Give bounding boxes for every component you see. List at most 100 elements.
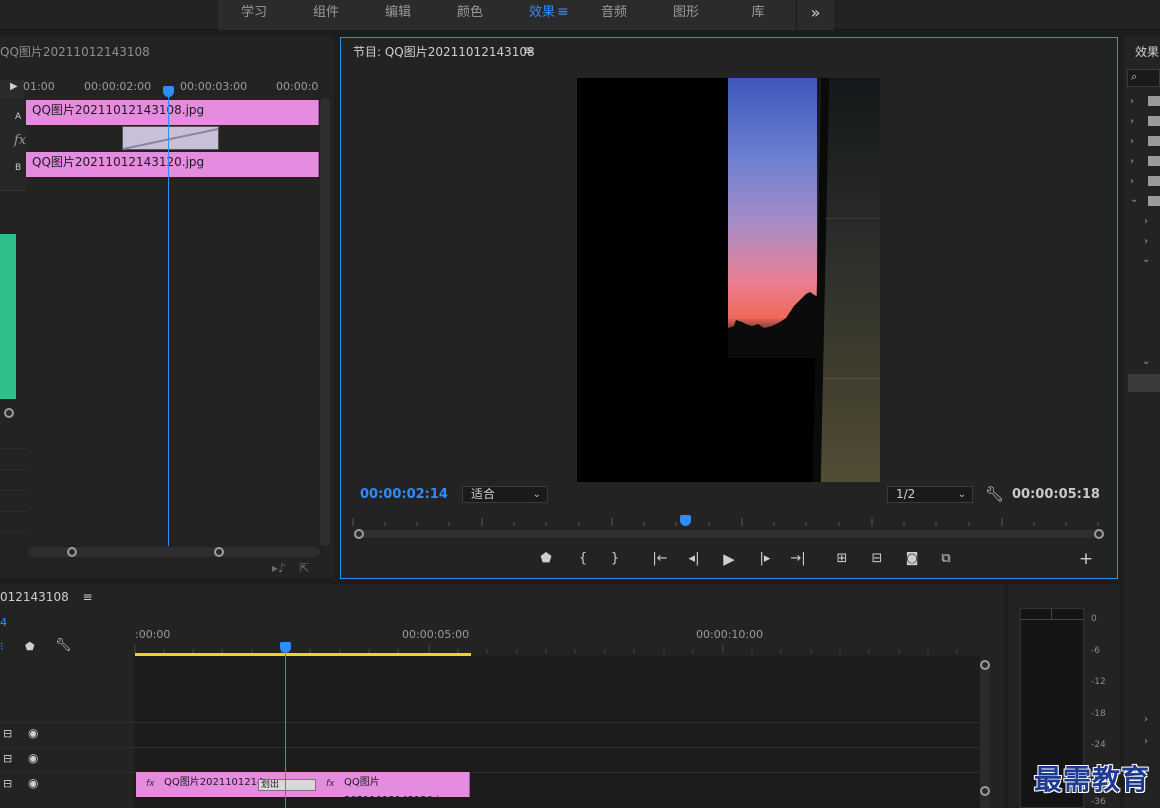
chevron-right-icon[interactable]: › [1130,156,1134,167]
workspace-menu-icon[interactable]: ≡ [557,4,569,20]
duration-timecode: 00:00:05:18 [1012,487,1100,502]
playhead-timecode[interactable]: 00:00:02:14 [360,487,448,502]
ruler-label: 00:00:10:00 [696,628,764,641]
tab-libraries[interactable]: 库 [722,0,794,30]
track-divider [0,722,980,723]
db-label: -24 [1091,740,1106,750]
folder-open-icon [1148,196,1160,206]
chevron-down-icon[interactable]: ⌄ [1130,194,1138,205]
vertical-scrollbar[interactable] [320,98,330,546]
play-audio-icon[interactable]: ▸♪ [272,561,286,575]
fit-dropdown-value: 适合 [471,487,496,501]
go-to-in-icon[interactable]: |← [649,549,671,569]
export-icon[interactable]: ⇱ [299,561,309,575]
export-frame-camera-icon[interactable]: ◙ [901,549,923,569]
timeline-ruler[interactable]: :00:00 00:00:05:00 00:00:10:00 [134,625,980,653]
chevron-right-icon[interactable]: › [1130,136,1134,147]
program-menu-icon[interactable]: ≡ [523,43,533,57]
mark-in-icon[interactable]: { [572,549,594,569]
horizontal-scrollbar[interactable] [28,547,320,557]
transition-diagonal [123,128,219,150]
chevron-right-icon[interactable]: › [1130,116,1134,127]
tab-editing[interactable]: 编辑 [362,0,434,30]
scroll-knob[interactable] [980,786,990,796]
chevron-right-icon[interactable]: › [1144,736,1148,747]
chevron-down-icon[interactable]: ⌄ [1142,254,1150,265]
compare-view-icon[interactable]: ⧉ [935,549,957,569]
go-to-out-icon[interactable]: →| [787,549,809,569]
fx-badge-icon: fx [146,779,155,789]
expand-toggle[interactable]: ▶ [0,80,24,98]
add-marker-icon[interactable]: ⬟ [535,549,557,569]
transition-wipe[interactable]: 划出 [258,779,316,791]
chevron-right-icon[interactable]: › [1130,96,1134,107]
scroll-start-knob[interactable] [67,547,77,557]
step-back-icon[interactable]: ◂| [683,549,705,569]
toggle-sync-lock-icon[interactable]: ⊟ [3,777,12,790]
clip-first-name: QQ图片2021101214 [164,777,264,788]
timecode-partial[interactable]: 4 [0,616,7,629]
folder-icon [1148,136,1160,146]
clip-b[interactable]: QQ图片20211012143120.jpg [26,152,319,177]
chevron-down-icon: ⌄ [532,489,541,500]
add-button-icon[interactable]: + [1075,549,1097,569]
step-forward-icon[interactable]: |▸ [754,549,776,569]
play-icon[interactable]: ▶ [718,549,740,569]
db-label: 0 [1091,614,1097,624]
watermark-logo: 最需教育 [1034,763,1151,796]
fit-dropdown[interactable]: 适合 ⌄ [462,486,548,503]
chevron-down-icon[interactable]: ⌄ [1142,356,1150,367]
chevron-right-icon[interactable]: › [1144,714,1148,725]
tab-assembly[interactable]: 组件 [290,0,362,30]
scroll-end-knob[interactable] [214,547,224,557]
track-b-label: B [15,163,22,173]
zoom-scroll-bar[interactable] [354,530,1102,538]
tree-silhouette [728,292,823,358]
workspace-tabs: 学习 组件 编辑 颜色 效果 音频 图形 库 ≡ [218,0,798,30]
chevron-right-icon[interactable]: › [1144,216,1148,227]
tab-learn[interactable]: 学习 [218,0,290,30]
program-playhead[interactable] [680,515,691,526]
program-time-ruler[interactable] [352,514,1104,526]
timeline-playhead-line [285,652,286,808]
property-rows [0,428,26,558]
scroll-knob[interactable] [980,660,990,670]
db-label: -36 [1091,797,1106,807]
ruler-label: 00:00:0 [276,80,319,93]
folder-icon [1148,176,1160,186]
more-workspaces-button[interactable]: » [796,0,834,30]
eye-icon[interactable]: ◉ [28,751,38,765]
toggle-sync-lock-icon[interactable]: ⊟ [3,752,12,765]
timeline-settings-wrench-icon[interactable]: 🔧︎ [55,638,72,653]
eye-icon[interactable]: ◉ [28,776,38,790]
tab-color[interactable]: 颜色 [434,0,506,30]
snap-icon[interactable]: ⁝ [0,640,4,653]
zoom-start-knob[interactable] [354,529,364,539]
extract-icon[interactable]: ⊟ [866,549,888,569]
chevron-right-icon[interactable]: › [1130,176,1134,187]
db-label: -18 [1091,709,1106,719]
add-marker-icon[interactable]: ⬟ [25,640,35,653]
scroll-knob[interactable] [4,408,14,418]
timeline-title-text: 012143108 [0,590,69,604]
chevron-right-icon[interactable]: › [1144,236,1148,247]
eye-icon[interactable]: ◉ [28,726,38,740]
lift-icon[interactable]: ⊞ [831,549,853,569]
clip-a[interactable]: QQ图片20211012143108.jpg [26,100,319,125]
mark-out-icon[interactable]: } [604,549,626,569]
settings-wrench-icon[interactable]: 🔧︎ [985,485,1004,503]
tab-audio[interactable]: 音频 [578,0,650,30]
play-triangle-icon: ▶ [10,81,18,92]
selected-effect-row[interactable] [1128,374,1160,392]
toggle-sync-lock-icon[interactable]: ⊟ [3,727,12,740]
timeline-clip[interactable]: fx QQ图片2021101214 划出 fx QQ图片202110121431… [136,772,470,806]
resolution-dropdown[interactable]: 1/2 ⌄ [887,486,973,503]
program-video-frame[interactable] [577,78,880,482]
source-playhead-line [168,96,169,546]
tab-graphics[interactable]: 图形 [650,0,722,30]
chevron-down-icon: ⌄ [957,489,966,500]
timeline-menu-icon[interactable]: ≡ [83,590,93,604]
transition-preview[interactable] [122,126,219,150]
zoom-end-knob[interactable] [1094,529,1104,539]
effects-search-input[interactable]: ⌕ [1127,69,1160,87]
